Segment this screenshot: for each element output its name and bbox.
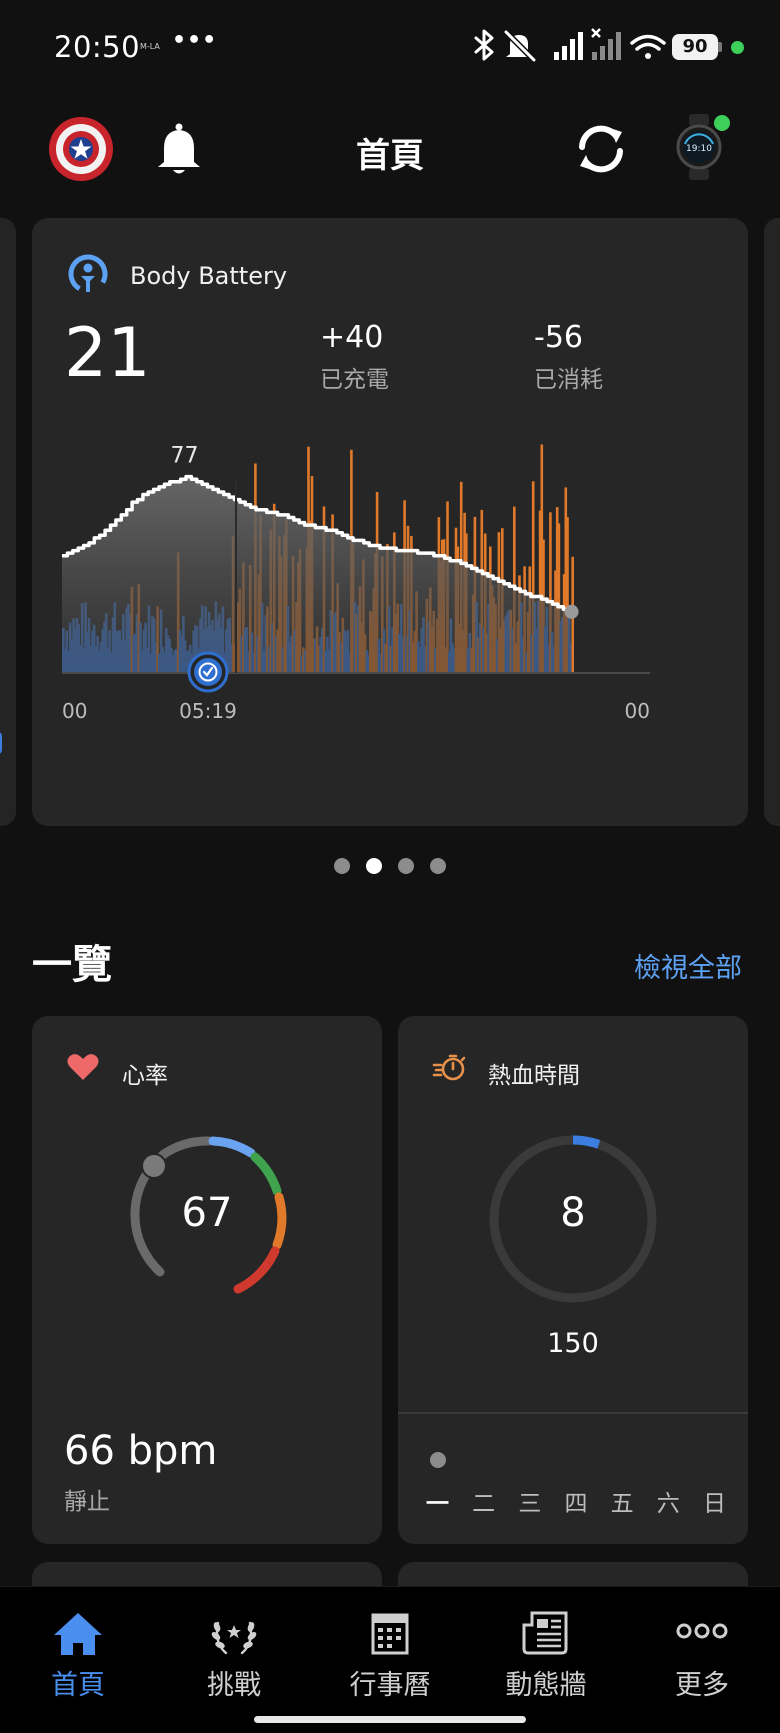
svg-text:19:10: 19:10 [686,144,712,154]
pager-dot[interactable] [366,858,382,874]
intensity-minutes-label: 熱血時間 [488,1063,580,1089]
peak-label: 77 [171,444,199,469]
status-carrier-label: M-LA [140,42,160,51]
nav-home[interactable]: 首頁 [0,1597,156,1707]
weekday-labels: 一 二 三 四 五 六 日 [426,1484,726,1518]
gauge-indicator [141,1153,167,1179]
nav-more-label: 更多 [675,1670,729,1701]
status-icons [474,28,666,63]
today-activity-dot [430,1452,446,1468]
nav-challenges[interactable]: 挑戰 [156,1597,312,1707]
carousel-pager [0,858,780,878]
resting-label: 靜止 [64,1489,110,1515]
page-title: 首頁 [356,136,424,176]
weekday-tue: 二 [472,1491,496,1517]
gauge-zone-4 [233,1246,280,1294]
weekday-mon: 一 [426,1491,449,1517]
nav-more[interactable]: 更多 [624,1597,780,1707]
nav-challenges-label: 挑戰 [207,1670,261,1701]
heart-rate-card[interactable]: 心率 67 66 bpm 靜止 [32,1016,382,1544]
heart-icon [67,1054,99,1080]
signal-icon [554,32,583,60]
next-card-peek[interactable] [764,218,780,826]
more-icon [676,1623,728,1639]
weekday-sun: 日 [702,1491,726,1517]
heart-rate-label: 心率 [122,1063,168,1089]
weekday-sat: 六 [656,1491,680,1517]
gauge-zone-1 [208,1136,256,1158]
newsfeed-icon [522,1611,568,1655]
overview-title: 一覽 [32,942,112,988]
intensity-minutes-card[interactable]: 熱血時間 8 150 一 二 三 四 五 六 日 [398,1016,748,1544]
privacy-indicator-dot [731,41,744,54]
wake-time-marker-icon[interactable] [187,651,229,693]
bottom-navigation: 首頁 挑戰 行事曆 動態牆 更多 [0,1586,780,1733]
body-battery-chart[interactable]: 77 00 05:19 00 [32,218,748,826]
sync-icon[interactable] [572,120,630,178]
app-header: 首頁 19:10 [0,96,780,206]
gauge-arc-warmup [159,1136,214,1159]
battery-tip [718,42,722,52]
previous-card-marker [0,732,2,754]
pager-dot[interactable] [398,858,414,874]
laurel-icon [211,1621,257,1655]
intensity-current: 8 [560,1190,586,1236]
previous-card-peek[interactable] [0,218,16,826]
x-tick-start: 00 [62,699,87,723]
status-more-notifications: ••• [172,28,218,53]
pager-dot[interactable] [334,858,350,874]
weekday-thu: 四 [564,1491,588,1517]
heart-rate-current: 67 [181,1190,233,1236]
bluetooth-icon [474,29,494,61]
status-time: 20:50 [54,30,141,64]
calendar-icon [371,1613,409,1655]
nav-calendar-label: 行事曆 [349,1670,431,1701]
stopwatch-icon [432,1054,466,1081]
nav-calendar[interactable]: 行事曆 [312,1597,468,1707]
intensity-goal: 150 [547,1328,599,1359]
battery-indicator: 90 [672,34,718,60]
weekday-wed: 三 [518,1491,542,1517]
gauge-zone-2 [250,1152,282,1196]
view-all-link[interactable]: 檢視全部 [634,946,742,985]
card-divider [398,1412,748,1414]
x-tick-end: 00 [625,699,650,723]
pager-dot[interactable] [430,858,446,874]
home-indicator [254,1716,526,1723]
x-tick-wake: 05:19 [179,699,237,723]
wifi-icon [630,34,666,59]
body-battery-card[interactable]: Body Battery 21 +40 已充電 -56 已消耗 77 00 05… [32,218,748,826]
current-level-dot [564,604,579,619]
nav-home-label: 首頁 [51,1670,105,1701]
body-battery-area [62,476,572,673]
weekday-fri: 五 [610,1491,634,1517]
nav-newsfeed[interactable]: 動態牆 [468,1597,624,1707]
signal-no-service-icon [591,28,621,60]
resting-heart-rate: 66 bpm [64,1428,218,1474]
status-bar: 20:50 M-LA ••• 90 [0,0,780,96]
mute-icon [503,29,537,63]
nav-newsfeed-label: 動態牆 [505,1670,587,1701]
device-connected-dot [714,115,730,131]
home-icon [54,1613,102,1655]
